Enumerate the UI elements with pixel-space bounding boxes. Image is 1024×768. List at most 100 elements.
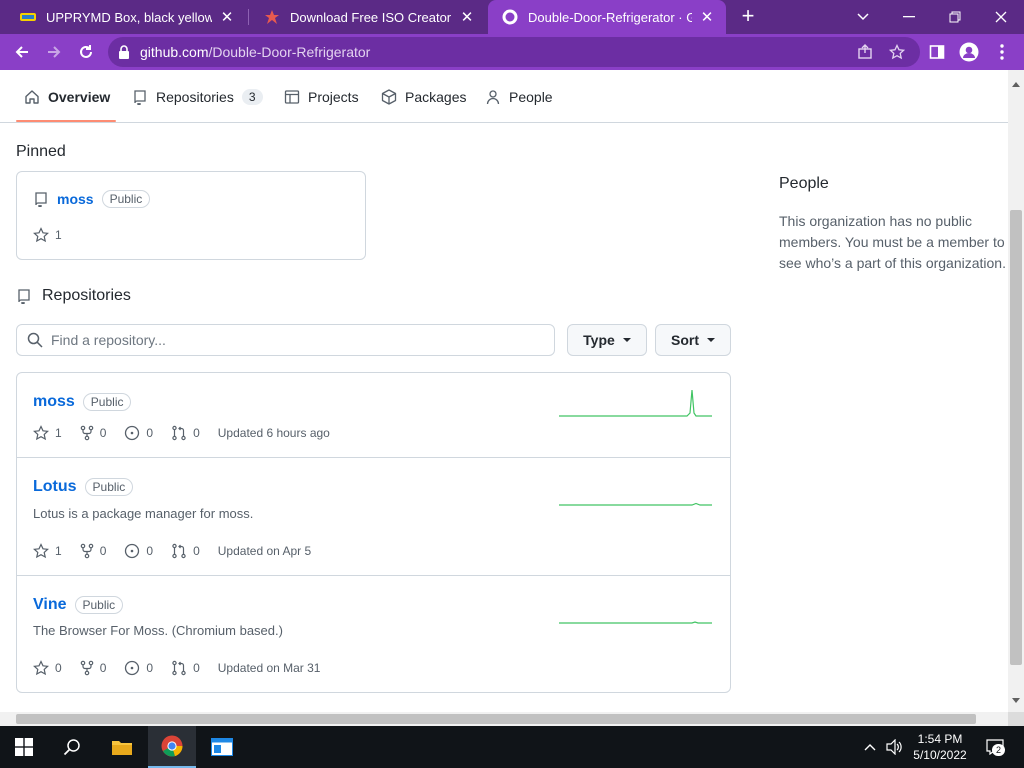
kebab-menu-icon [1000, 44, 1004, 60]
profile-button[interactable] [955, 38, 983, 66]
close-tab-icon[interactable]: ✕ [458, 8, 476, 26]
tab-strip: UPPRYMD Box, black yellow/turq ✕ Downloa… [0, 0, 1024, 34]
people-heading: People [779, 175, 829, 192]
notifications-button[interactable]: 2 [982, 738, 1008, 756]
search-input[interactable] [51, 332, 531, 348]
forward-button[interactable] [40, 38, 68, 66]
arrow-left-icon [15, 46, 28, 58]
browser-menu-button[interactable] [988, 38, 1016, 66]
issues-link[interactable]: 0 [124, 660, 153, 676]
repo-name-link[interactable]: moss [33, 393, 75, 411]
tab-title: Double-Door-Refrigerator · GitHu [528, 9, 692, 25]
clock-time: 1:54 PM [917, 732, 963, 746]
minimize-button[interactable] [886, 0, 932, 34]
close-tab-icon[interactable]: ✕ [698, 8, 716, 26]
share-icon[interactable] [856, 43, 874, 61]
clock[interactable]: 1:54 PM 5/10/2022 [912, 731, 968, 763]
sort-filter-button[interactable]: Sort [655, 324, 731, 356]
tab-people[interactable]: People [485, 70, 553, 123]
arrow-right-icon [48, 46, 61, 58]
browser-tab-iso-creator[interactable]: Download Free ISO Creator ✕ [250, 0, 486, 34]
stars-link[interactable]: 1 [33, 425, 62, 441]
horizontal-scrollbar[interactable] [0, 712, 1008, 726]
repo-name-link[interactable]: Lotus [33, 478, 77, 496]
fork-icon [80, 660, 93, 676]
vertical-scrollbar[interactable] [1008, 70, 1024, 712]
forks-link[interactable]: 0 [80, 425, 107, 441]
type-filter-button[interactable]: Type [567, 324, 647, 356]
tab-overview[interactable]: Overview [24, 70, 110, 123]
start-button[interactable] [0, 726, 48, 768]
forks-link[interactable]: 0 [80, 543, 106, 559]
tab-packages[interactable]: Packages [381, 70, 466, 123]
file-explorer-button[interactable] [98, 726, 146, 768]
repo-list: moss Public 1 0 0 0 Updated 6 hours ago … [16, 372, 731, 693]
scrollbar-thumb[interactable] [1010, 210, 1022, 665]
folder-icon [112, 741, 132, 755]
star-icon [33, 227, 49, 243]
caret-down-icon [707, 338, 715, 342]
issues-link[interactable]: 0 [124, 543, 153, 559]
browser-tab-github[interactable]: Double-Door-Refrigerator · GitHu ✕ [488, 0, 726, 34]
browser-tab-upprymd[interactable]: UPPRYMD Box, black yellow/turq ✕ [6, 0, 246, 34]
issue-icon [125, 543, 140, 559]
issues-count: 0 [146, 661, 154, 675]
visibility-badge: Public [82, 393, 132, 411]
close-window-button[interactable] [978, 0, 1024, 34]
side-panel-button[interactable] [923, 38, 951, 66]
tab-search-button[interactable] [840, 0, 886, 34]
activity-sparkline [559, 621, 712, 624]
stars-link[interactable]: 1 [33, 543, 62, 559]
bookmark-star-icon[interactable] [888, 43, 906, 61]
stars-count: 0 [55, 661, 62, 675]
fork-icon [80, 543, 93, 559]
pinned-stars-count: 1 [55, 228, 62, 242]
caret-down-icon [622, 338, 631, 342]
pulls-link[interactable]: 0 [171, 425, 200, 441]
repo-description: The Browser For Moss. (Chromium based.) [33, 623, 283, 638]
fork-icon [80, 425, 93, 441]
app-taskbar-button[interactable] [198, 726, 246, 768]
pulls-link[interactable]: 0 [171, 660, 200, 676]
windows-logo-icon [15, 738, 33, 756]
pinned-repo-link[interactable]: moss [57, 191, 94, 207]
repo-search[interactable] [16, 324, 555, 356]
forks-link[interactable]: 0 [80, 660, 106, 676]
tab-projects[interactable]: Projects [284, 70, 359, 123]
package-icon [381, 88, 397, 105]
repo-name-link[interactable]: Vine [33, 596, 67, 614]
stars-link[interactable]: 0 [33, 660, 62, 676]
pull-request-icon [172, 425, 186, 441]
restore-button[interactable] [932, 0, 978, 34]
visibility-badge: Public [101, 190, 151, 208]
back-button[interactable] [8, 38, 36, 66]
issues-count: 0 [146, 426, 154, 440]
scroll-up-arrow-icon[interactable] [1012, 82, 1020, 87]
pinned-stars[interactable]: 1 [33, 227, 62, 243]
address-bar[interactable]: github.com/Double-Door-Refrigerator [108, 37, 920, 67]
issue-icon [125, 425, 140, 441]
people-empty-text: This organization has no public members.… [779, 213, 1006, 271]
search-button[interactable] [48, 726, 96, 768]
issues-link[interactable]: 0 [124, 425, 153, 441]
chrome-taskbar-button[interactable] [148, 726, 196, 768]
tab-repositories[interactable]: Repositories 3 [132, 70, 263, 123]
stars-count: 1 [55, 544, 62, 558]
scroll-down-arrow-icon[interactable] [1012, 698, 1020, 703]
pulls-count: 0 [193, 544, 200, 558]
tab-people-label: People [509, 88, 553, 105]
tab-divider [248, 9, 249, 25]
search-icon [63, 739, 80, 756]
pulls-link[interactable]: 0 [171, 543, 200, 559]
window-app-icon [211, 738, 233, 756]
volume-icon[interactable] [885, 738, 905, 756]
forks-count: 0 [99, 426, 107, 440]
tab-title: UPPRYMD Box, black yellow/turq [46, 9, 212, 25]
scrollbar-thumb[interactable] [16, 714, 976, 724]
close-tab-icon[interactable]: ✕ [218, 8, 236, 26]
visibility-badge: Public [84, 478, 134, 496]
chevron-up-icon[interactable] [862, 738, 878, 756]
new-tab-button[interactable]: + [737, 5, 759, 27]
updated-text: Updated 6 hours ago [217, 426, 330, 440]
reload-button[interactable] [72, 38, 100, 66]
